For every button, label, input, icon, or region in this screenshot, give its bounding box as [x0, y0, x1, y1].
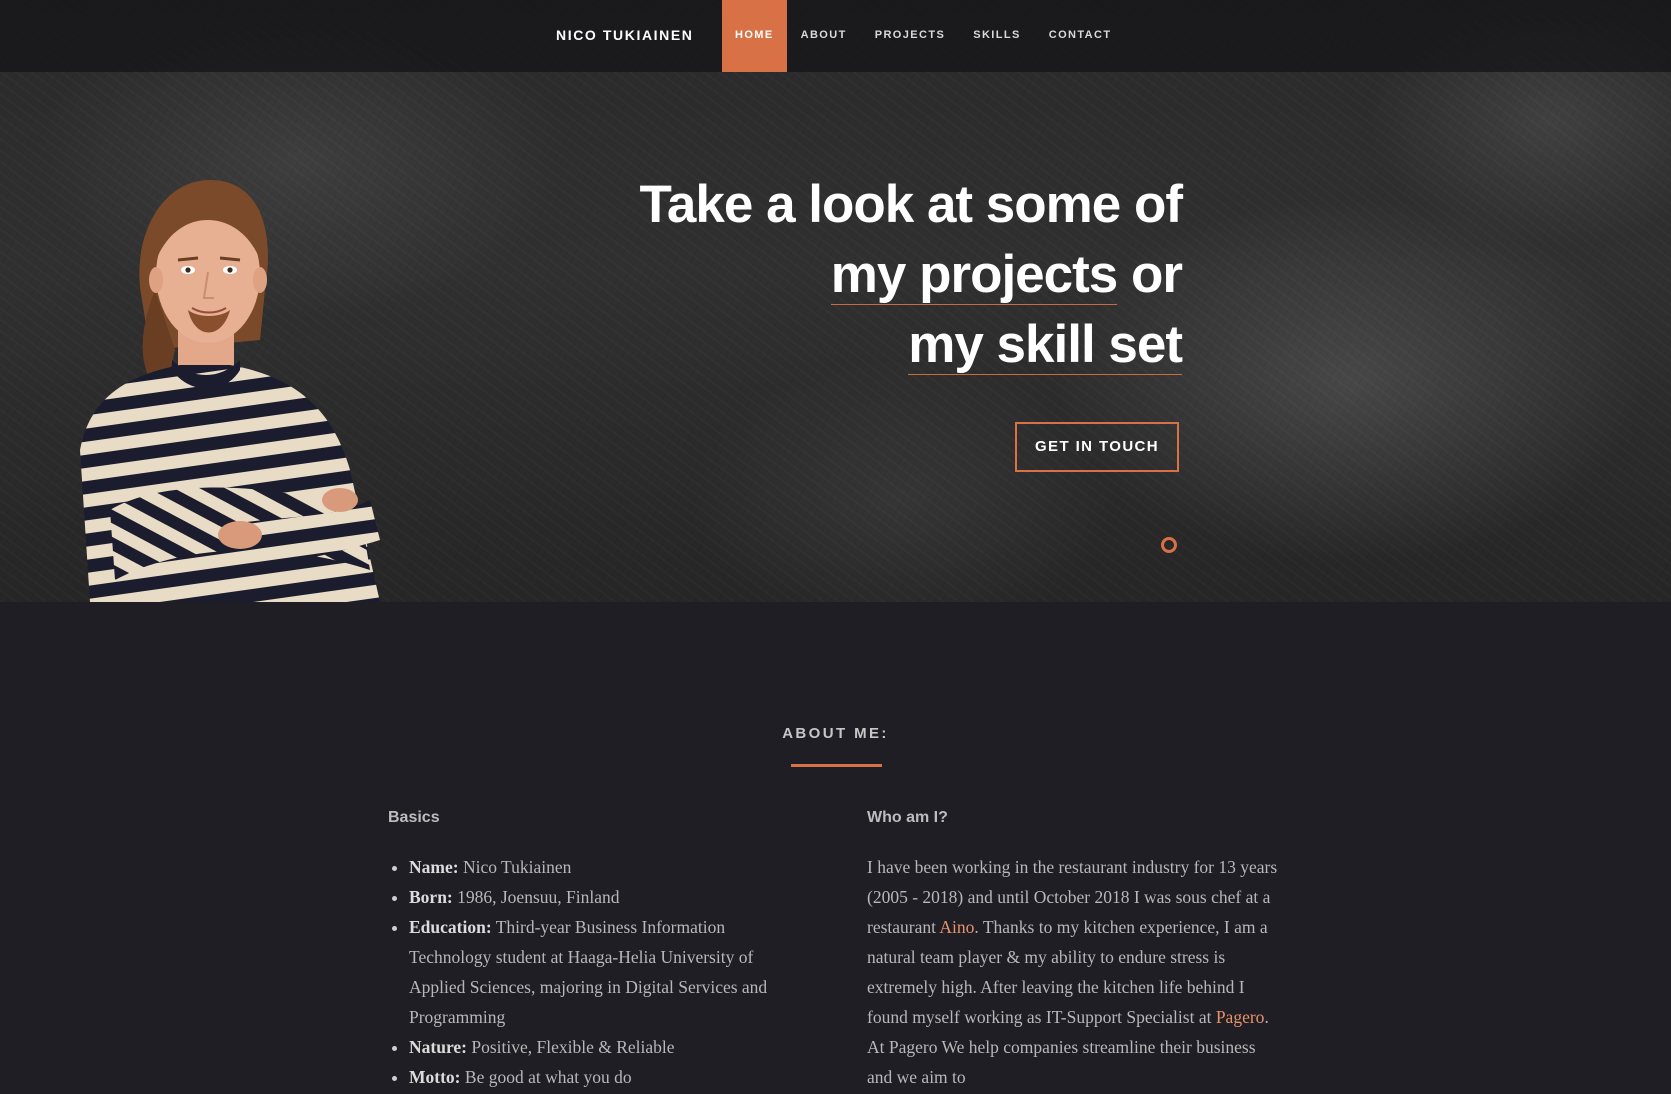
get-in-touch-button[interactable]: GET IN TOUCH [1015, 422, 1179, 472]
portrait-image [80, 180, 380, 602]
pagero-link[interactable]: Pagero [1216, 1007, 1265, 1027]
list-item-value: Be good at what you do [460, 1067, 632, 1087]
hero-section: Take a look at some of my projects or my… [0, 0, 1671, 602]
list-item-value: Positive, Flexible & Reliable [467, 1037, 675, 1057]
about-title: ABOUT ME: [782, 725, 889, 742]
basics-column: Basics Name: Nico Tukiainen Born: 1986, … [388, 806, 808, 1092]
list-item: Education: Third-year Business Informati… [409, 912, 808, 1032]
headline-line-3: my skill set [482, 310, 1183, 380]
headline-line-1: Take a look at some of [639, 175, 1183, 234]
list-item-label: Nature: [409, 1037, 467, 1057]
list-item: Born: 1986, Joensuu, Finland [409, 882, 808, 912]
list-item: Name: Nico Tukiainen [409, 852, 808, 882]
list-item: Motto: Be good at what you do [409, 1062, 808, 1092]
hero-headline: Take a look at some of my projects or my… [482, 170, 1183, 380]
skills-link[interactable]: my skill set [908, 315, 1183, 375]
headline-line-2-rest: or [1117, 245, 1183, 304]
nav-item-projects[interactable]: PROJECTS [861, 0, 960, 72]
nav-item-home[interactable]: HOME [722, 0, 787, 72]
basics-heading: Basics [388, 809, 440, 826]
list-item-value: Nico Tukiainen [458, 857, 572, 877]
who-am-i-heading: Who am I? [867, 809, 948, 826]
about-title-underline [791, 764, 882, 767]
nav-item-about[interactable]: ABOUT [787, 0, 861, 72]
list-item-label: Education: [409, 917, 492, 937]
brand-logo[interactable]: NICO TUKIAINEN [556, 0, 694, 72]
nav-menu: HOME ABOUT PROJECTS SKILLS CONTACT [722, 0, 1126, 72]
projects-link[interactable]: my projects [830, 245, 1118, 305]
nav-item-skills[interactable]: SKILLS [959, 0, 1035, 72]
list-item-label: Motto: [409, 1067, 461, 1087]
nav-item-contact[interactable]: CONTACT [1035, 0, 1126, 72]
who-am-i-column: Who am I? I have been working in the res… [867, 806, 1282, 1092]
aino-link[interactable]: Aino [939, 917, 974, 937]
headline-line-2: my projects or [482, 240, 1183, 310]
top-navigation: NICO TUKIAINEN HOME ABOUT PROJECTS SKILL… [0, 0, 1671, 72]
list-item-label: Name: [409, 857, 459, 877]
list-item-label: Born: [409, 887, 453, 907]
who-am-i-paragraph: I have been working in the restaurant in… [867, 852, 1282, 1092]
list-item: Nature: Positive, Flexible & Reliable [409, 1032, 808, 1062]
slider-dot[interactable] [1161, 537, 1177, 553]
list-item-value: 1986, Joensuu, Finland [452, 887, 620, 907]
basics-list: Name: Nico Tukiainen Born: 1986, Joensuu… [388, 852, 808, 1092]
